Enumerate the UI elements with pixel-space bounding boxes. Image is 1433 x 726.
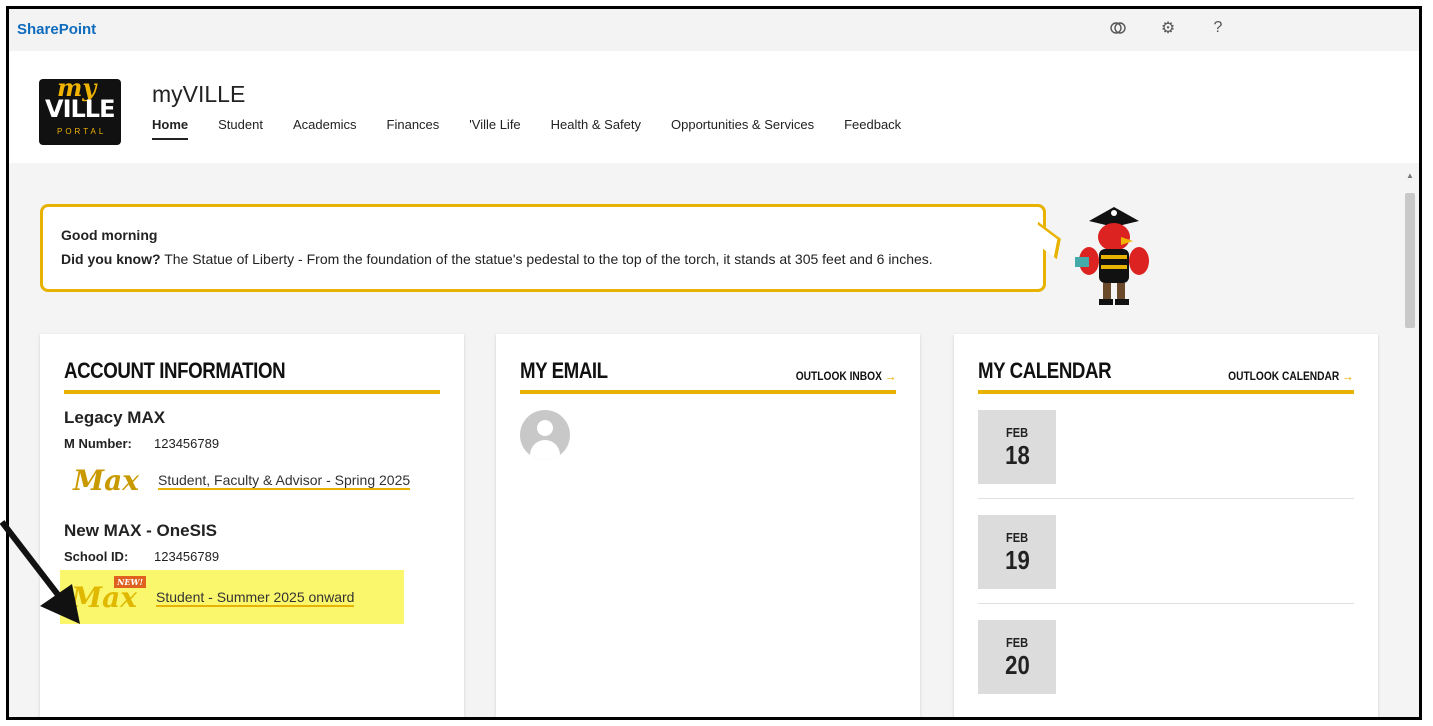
fact-text: The Statue of Liberty - From the foundat… <box>160 251 933 267</box>
fact-label: Did you know? <box>61 251 161 267</box>
my-calendar-card: MY CALENDAR OUTLOOK CALENDAR → FEB 18 FEB… <box>954 334 1378 717</box>
new-max-link[interactable]: Student - Summer 2025 onward <box>156 587 355 607</box>
m-number-row: M Number: 123456789 <box>64 436 440 451</box>
nav-academics[interactable]: Academics <box>293 117 357 140</box>
browser-frame: SharePoint ⚙ ? my VILLE PORTAL myVILLE H… <box>6 6 1422 720</box>
nav-home[interactable]: Home <box>152 117 189 140</box>
scroll-up-icon[interactable]: ▲ <box>1406 171 1414 180</box>
myville-portal-logo[interactable]: my VILLE PORTAL <box>39 73 121 145</box>
date-box: FEB 19 <box>978 515 1056 589</box>
greeting-banner: Good morning Did you know? The Statue of… <box>40 204 1061 292</box>
logo-ville-text: VILLE <box>45 95 115 123</box>
nav-health-safety[interactable]: Health & Safety <box>551 117 641 140</box>
nav-ville-life[interactable]: 'Ville Life <box>469 117 520 140</box>
nav-feedback[interactable]: Feedback <box>844 117 901 140</box>
date-box: FEB 20 <box>978 620 1056 694</box>
calendar-item[interactable]: FEB 18 <box>978 394 1354 499</box>
new-max-link-row: Max NEW! Student - Summer 2025 onward <box>60 570 404 624</box>
date-month: FEB <box>1005 529 1029 545</box>
new-max-onesis-heading: New MAX - OneSIS <box>64 521 218 540</box>
arrow-right-icon: → <box>1342 368 1354 384</box>
outlook-inbox-link-text[interactable]: OUTLOOK INBOX <box>795 369 881 383</box>
date-day: 19 <box>1004 544 1030 575</box>
new-max-link-text[interactable]: Student - Summer 2025 onward <box>156 589 355 607</box>
calendar-item[interactable]: FEB 20 <box>978 604 1354 708</box>
account-information-card: ACCOUNT INFORMATION Legacy MAX M Number:… <box>40 334 464 717</box>
gear-icon[interactable]: ⚙ <box>1157 17 1179 39</box>
calendar-card-header: MY CALENDAR OUTLOOK CALENDAR → <box>978 358 1354 394</box>
outlook-calendar-link-text[interactable]: OUTLOOK CALENDAR <box>1228 369 1339 383</box>
account-card-title: ACCOUNT INFORMATION <box>64 358 286 383</box>
top-navigation: Home Student Academics Finances 'Ville L… <box>152 117 901 140</box>
school-id-row: School ID: 123456789 <box>64 549 440 564</box>
legacy-max-link-row: Max Student, Faculty & Advisor - Spring … <box>64 457 440 503</box>
calendar-card-title: MY CALENDAR <box>978 358 1112 383</box>
legacy-max-heading: Legacy MAX <box>64 408 166 427</box>
logo-portal-text: PORTAL <box>57 127 107 136</box>
sharepoint-brand-link[interactable]: SharePoint <box>17 21 96 38</box>
legacy-max-link-text[interactable]: Student, Faculty & Advisor - Spring 2025 <box>158 472 411 490</box>
suite-bar: SharePoint ⚙ ? <box>9 9 1419 51</box>
greeting-fact: Did you know? The Statue of Liberty - Fr… <box>61 251 1025 267</box>
scrollbar-thumb[interactable] <box>1405 193 1415 328</box>
date-box: FEB 18 <box>978 410 1056 484</box>
m-number-value: 123456789 <box>154 436 220 451</box>
legacy-max-link[interactable]: Student, Faculty & Advisor - Spring 2025 <box>158 470 411 490</box>
site-title[interactable]: myVILLE <box>152 81 245 108</box>
site-header: my VILLE PORTAL myVILLE Home Student Aca… <box>9 51 1419 163</box>
arrow-right-icon: → <box>884 368 896 384</box>
avatar <box>520 410 570 460</box>
date-month: FEB <box>1005 424 1029 440</box>
account-card-header: ACCOUNT INFORMATION <box>64 358 440 394</box>
nav-opportunities-services[interactable]: Opportunities & Services <box>671 117 814 140</box>
nav-student[interactable]: Student <box>218 117 263 140</box>
new-badge: NEW! <box>114 576 146 588</box>
outlook-inbox-link[interactable]: OUTLOOK INBOX → <box>795 368 896 384</box>
page-scrollbar[interactable]: ▲ <box>1405 171 1415 328</box>
m-number-label: M Number: <box>64 436 132 451</box>
my-email-card: MY EMAIL OUTLOOK INBOX → <box>496 334 920 717</box>
greeting-salutation: Good morning <box>61 227 158 243</box>
school-id-value: 123456789 <box>154 549 220 564</box>
date-day: 18 <box>1004 439 1030 470</box>
nav-finances[interactable]: Finances <box>387 117 440 140</box>
legacy-max-logo[interactable]: Max <box>64 457 148 503</box>
annotation-arrow-icon <box>0 520 80 624</box>
calendar-item[interactable]: FEB 19 <box>978 499 1354 604</box>
date-month: FEB <box>1005 634 1029 650</box>
email-card-title: MY EMAIL <box>520 358 608 383</box>
teams-icon[interactable] <box>1107 17 1129 39</box>
date-day: 20 <box>1004 649 1030 680</box>
outlook-calendar-link[interactable]: OUTLOOK CALENDAR → <box>1228 368 1354 384</box>
email-card-header: MY EMAIL OUTLOOK INBOX → <box>520 358 896 394</box>
pirate-parrot-mascot-icon <box>1075 207 1149 305</box>
help-icon[interactable]: ? <box>1207 17 1229 39</box>
speech-bubble-tail <box>1034 221 1061 260</box>
page-content: ▲ Good morning Did you know? The Statue … <box>9 163 1419 717</box>
suite-bar-icons: ⚙ ? <box>1107 17 1229 39</box>
